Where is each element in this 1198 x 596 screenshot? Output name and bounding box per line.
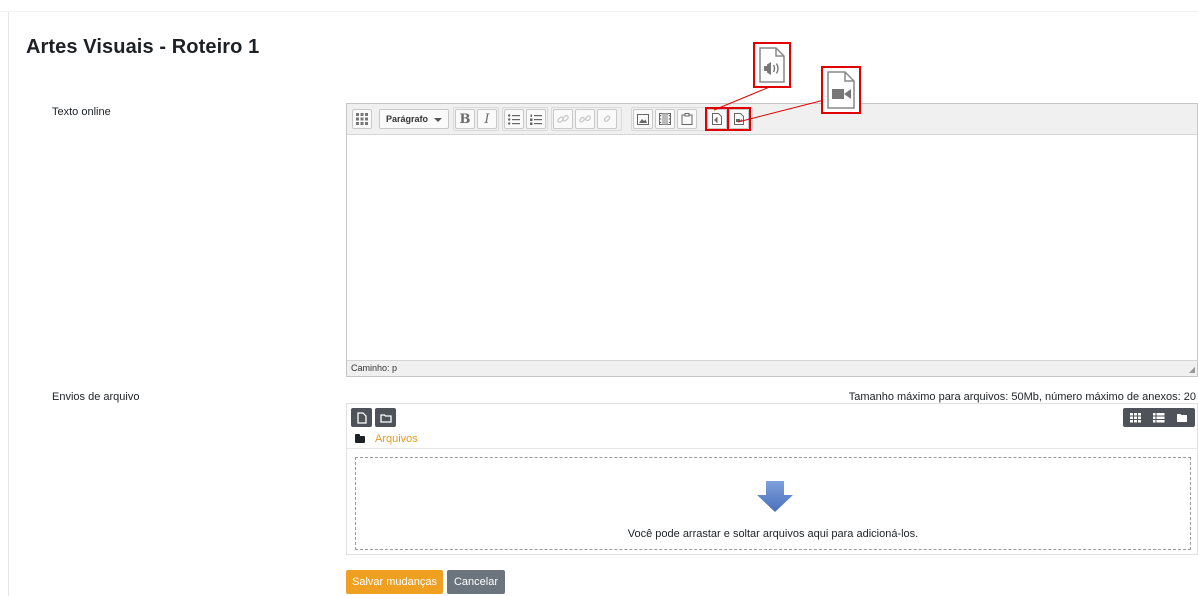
anchor-icon (603, 115, 611, 123)
unlink-button[interactable] (575, 109, 595, 129)
bullet-list-icon (508, 113, 520, 125)
save-button[interactable]: Salvar mudanças (346, 570, 443, 594)
italic-label: I (484, 111, 490, 127)
image-icon (637, 113, 649, 125)
editor-path: Caminho: p (351, 363, 398, 373)
path-folder-link[interactable]: Arquivos (375, 433, 418, 445)
toolbar-toggle-button[interactable] (352, 109, 372, 129)
cancel-button[interactable]: Cancelar (447, 570, 505, 594)
folder-icon (379, 413, 392, 423)
page-title: Artes Visuais - Roteiro 1 (26, 36, 260, 58)
file-upload-label: Envios de arquivo (52, 391, 140, 403)
create-folder-button[interactable] (375, 408, 396, 427)
clipboard-icon (681, 113, 693, 125)
add-file-button[interactable] (351, 408, 372, 427)
file-icon (356, 411, 367, 424)
online-text-label: Texto online (52, 106, 111, 118)
video-callout (821, 66, 861, 114)
grid-view-icon[interactable] (1130, 413, 1141, 423)
link-icon (557, 114, 569, 124)
audio-callout (753, 42, 791, 88)
drop-zone[interactable]: Você pode arrastar e soltar arquivos aqu… (355, 457, 1191, 550)
numbered-list-button[interactable] (526, 109, 546, 129)
folder-icon (355, 433, 365, 443)
chevron-down-icon (434, 118, 442, 122)
unlink-icon (579, 115, 591, 123)
editor-toolbar: Parágrafo B I (347, 104, 1197, 135)
drop-zone-text: Você pode arrastar e soltar arquivos aqu… (627, 528, 919, 540)
resize-handle-icon[interactable]: ◢ (1189, 365, 1195, 374)
format-select[interactable]: Parágrafo (379, 109, 449, 129)
list-view-icon[interactable] (1153, 413, 1165, 423)
video-button-highlight (727, 107, 751, 131)
text-editor: Parágrafo B I Caminho: p ◢ (346, 103, 1198, 377)
film-icon (659, 113, 671, 125)
audio-file-large-icon (759, 47, 785, 83)
grid-icon (356, 113, 368, 125)
anchor-button[interactable] (597, 109, 617, 129)
file-path: Arquivos (355, 433, 418, 445)
bullet-list-button[interactable] (504, 109, 524, 129)
top-strip (0, 0, 1198, 12)
numbered-list-icon (530, 114, 542, 125)
view-mode-switch[interactable] (1123, 408, 1195, 427)
insert-media-button[interactable] (655, 109, 675, 129)
video-file-large-icon (827, 71, 855, 109)
file-manager: Arquivos Você pode arrastar e soltar arq… (346, 403, 1198, 555)
italic-button[interactable]: I (477, 109, 497, 129)
download-arrow-icon (757, 481, 793, 512)
tree-view-icon[interactable] (1177, 414, 1187, 422)
bold-button[interactable]: B (455, 109, 475, 129)
editor-statusbar: Caminho: p ◢ (347, 360, 1197, 376)
manage-files-button[interactable] (677, 109, 697, 129)
bold-label: B (459, 111, 471, 127)
editor-content-area[interactable] (347, 135, 1197, 362)
audio-button-highlight (705, 107, 729, 131)
left-rule (8, 12, 9, 596)
insert-image-button[interactable] (633, 109, 653, 129)
file-manager-divider (347, 448, 1197, 449)
format-select-value: Parágrafo (386, 114, 429, 124)
link-button[interactable] (553, 109, 573, 129)
view-mode-icons (1130, 413, 1187, 423)
file-limits-text: Tamanho máximo para arquivos: 50Mb, núme… (848, 391, 1196, 403)
